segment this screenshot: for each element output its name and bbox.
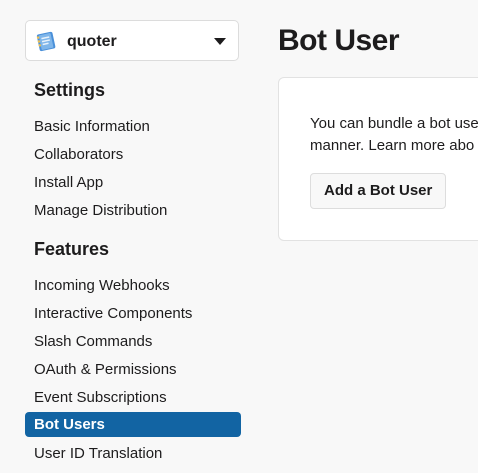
description-text: manner.: [310, 137, 369, 154]
sidebar-item-manage-distribution[interactable]: Manage Distribution: [25, 198, 241, 223]
learn-more-link[interactable]: Learn more abo: [368, 137, 474, 154]
caret-down-icon: [214, 38, 226, 45]
page-title: Bot User: [278, 24, 400, 57]
sidebar-item-bot-users[interactable]: Bot Users: [25, 412, 241, 437]
sidebar-item-collaborators[interactable]: Collaborators: [25, 142, 241, 167]
features-heading: Features: [34, 239, 110, 259]
app-settings-page: quoter Settings Basic Information Collab…: [0, 0, 478, 473]
sidebar-item-install-app[interactable]: Install App: [25, 170, 241, 195]
description-line-2: manner. Learn more abo: [310, 135, 478, 157]
description-line-1: You can bundle a bot use: [310, 115, 478, 132]
sidebar-item-basic-information[interactable]: Basic Information: [25, 114, 241, 139]
sidebar-item-interactive-components[interactable]: Interactive Components: [25, 301, 241, 326]
sidebar-item-user-id-translation[interactable]: User ID Translation: [25, 441, 241, 466]
sidebar-item-oauth-permissions[interactable]: OAuth & Permissions: [25, 357, 241, 382]
bot-user-card: You can bundle a bot use manner. Learn m…: [278, 77, 478, 241]
bot-user-description: You can bundle a bot use manner. Learn m…: [310, 113, 478, 157]
app-name: quoter: [67, 33, 117, 50]
app-selector-dropdown[interactable]: quoter: [25, 20, 239, 61]
settings-heading: Settings: [34, 80, 106, 100]
sidebar-item-event-subscriptions[interactable]: Event Subscriptions: [25, 385, 241, 410]
add-bot-user-button[interactable]: Add a Bot User: [310, 173, 447, 209]
notebook-app-icon: [36, 31, 56, 52]
sidebar-item-incoming-webhooks[interactable]: Incoming Webhooks: [25, 273, 241, 298]
sidebar-item-slash-commands[interactable]: Slash Commands: [25, 329, 241, 354]
